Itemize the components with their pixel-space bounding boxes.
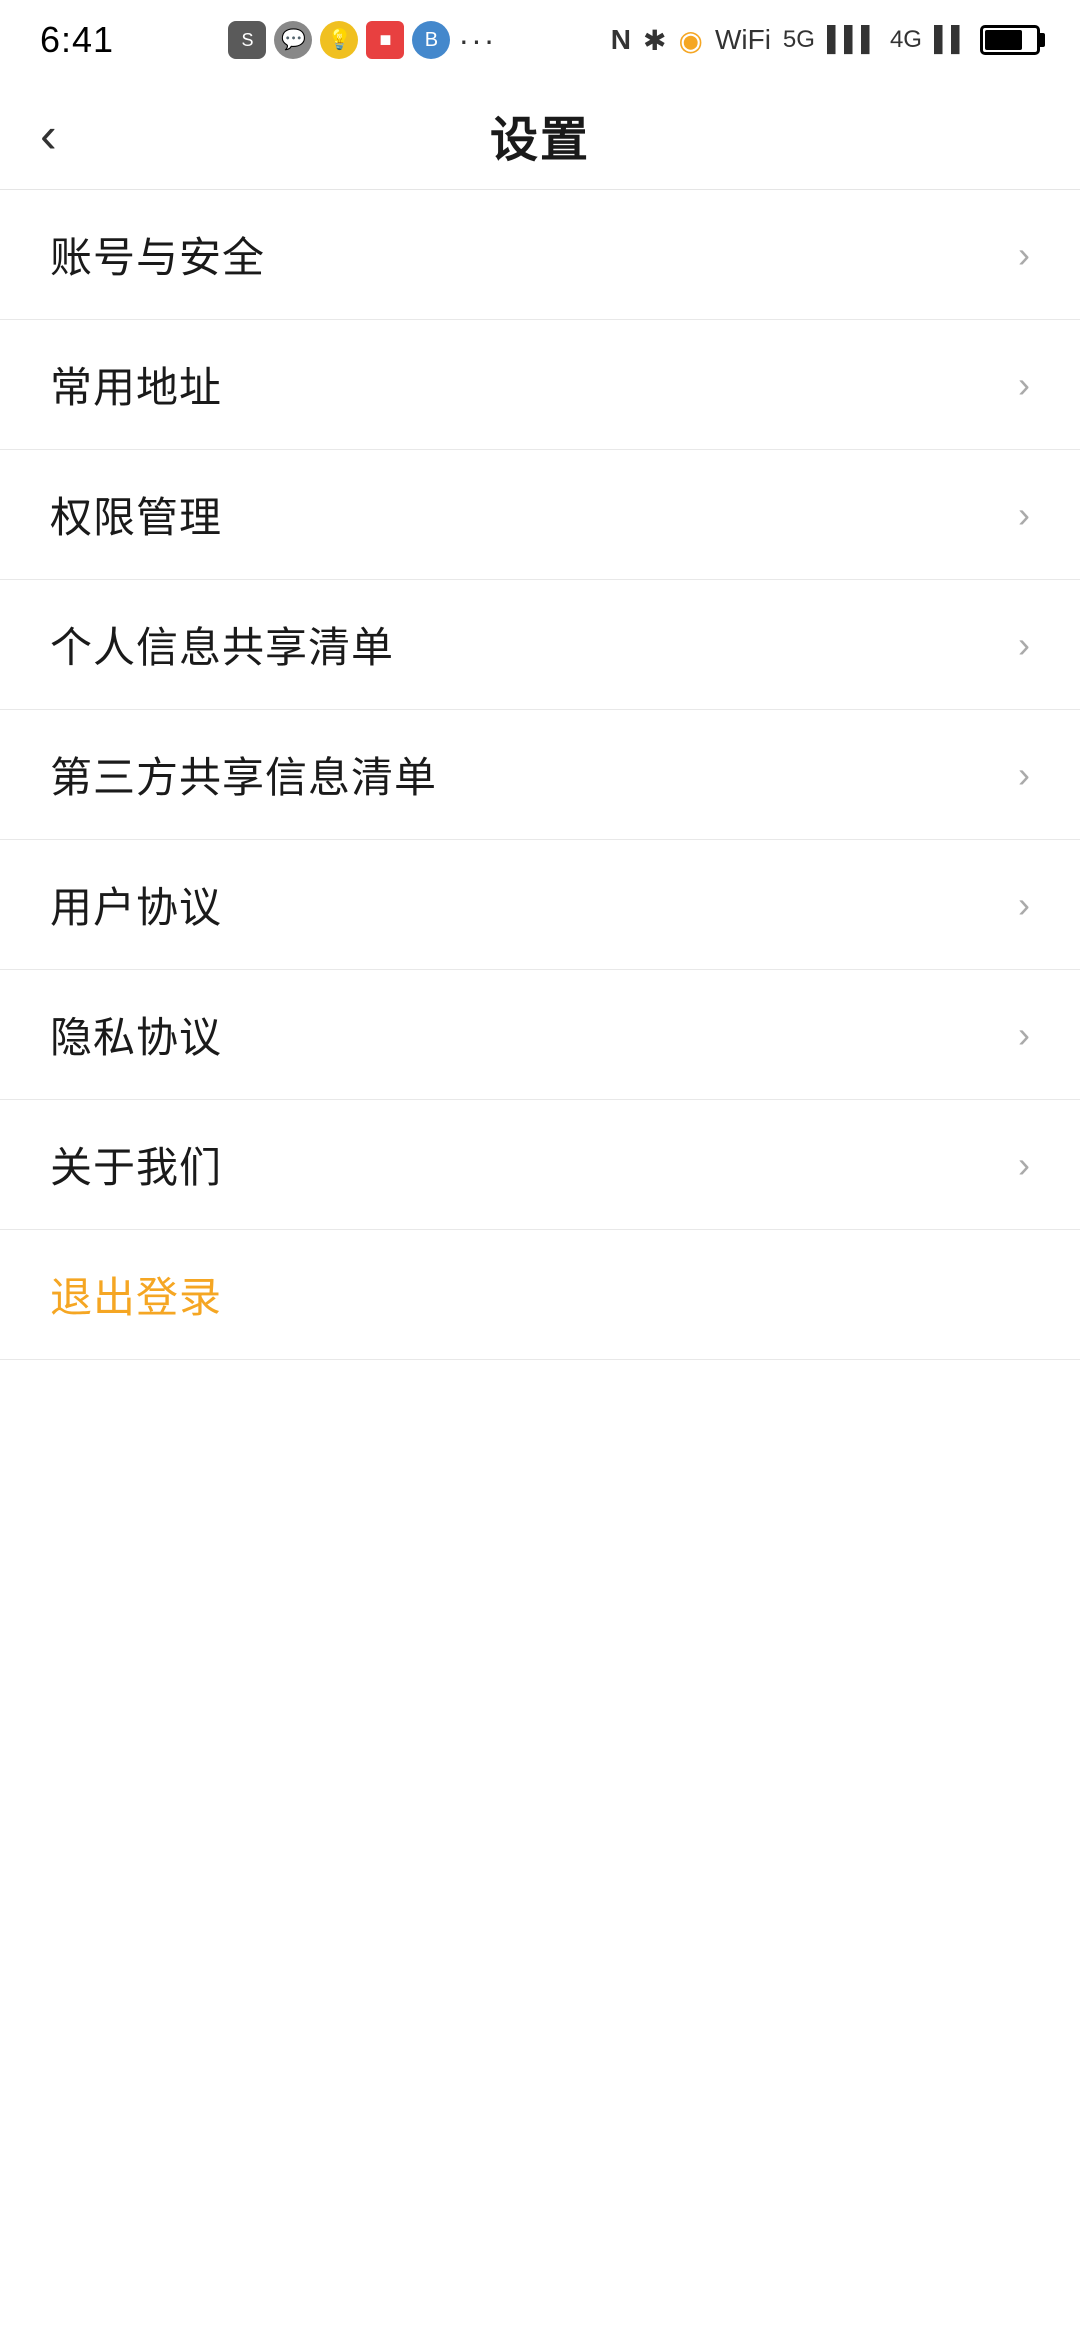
app-icon-2: 💬 (274, 21, 312, 59)
chevron-right-icon: › (1018, 1014, 1030, 1056)
signal-5g: 5G (783, 26, 815, 54)
menu-item-user-agreement[interactable]: 用户协议 › (0, 840, 1080, 970)
app-icon-4: ■ (366, 21, 404, 59)
menu-item-about-us[interactable]: 关于我们 › (0, 1100, 1080, 1230)
app-icon-5: B (412, 21, 450, 59)
menu-item-account-security[interactable]: 账号与安全 › (0, 190, 1080, 320)
signal-bars-2: ▌▌ (934, 26, 968, 54)
chevron-right-icon: › (1018, 364, 1030, 406)
back-button[interactable]: ‹ (40, 110, 57, 160)
page-header: ‹ 设置 (0, 80, 1080, 190)
settings-menu-list: 账号与安全 › 常用地址 › 权限管理 › 个人信息共享清单 › 第三方共享信息… (0, 190, 1080, 1360)
page-title: 设置 (490, 100, 590, 170)
signal-4g: 4G (890, 26, 922, 54)
chevron-right-icon: › (1018, 1144, 1030, 1186)
nfc-icon: N (611, 24, 631, 56)
menu-item-label: 个人信息共享清单 (50, 614, 394, 675)
menu-item-common-address[interactable]: 常用地址 › (0, 320, 1080, 450)
menu-item-label: 关于我们 (50, 1134, 222, 1195)
chevron-right-icon: › (1018, 234, 1030, 276)
wifi-icon: WiFi (715, 24, 771, 56)
app-icon-3: 💡 (320, 21, 358, 59)
menu-item-label: 常用地址 (50, 354, 222, 415)
chevron-right-icon: › (1018, 494, 1030, 536)
status-time: 6:41 (40, 19, 114, 61)
menu-item-third-party-sharing[interactable]: 第三方共享信息清单 › (0, 710, 1080, 840)
signal-bars: ▌▌▌ (827, 26, 878, 54)
menu-item-label: 权限管理 (50, 484, 222, 545)
location-icon: ◉ (679, 24, 703, 57)
battery-icon: 76 (980, 25, 1040, 55)
menu-item-privacy-policy[interactable]: 隐私协议 › (0, 970, 1080, 1100)
menu-item-label: 隐私协议 (50, 1004, 222, 1065)
menu-item-label: 账号与安全 (50, 224, 265, 285)
chevron-right-icon: › (1018, 884, 1030, 926)
status-app-icons: S 💬 💡 ■ B ··· (228, 21, 496, 59)
status-right-icons: N ✱ ◉ WiFi 5G ▌▌▌ 4G ▌▌ 76 (611, 24, 1040, 57)
menu-item-permission-management[interactable]: 权限管理 › (0, 450, 1080, 580)
logout-label: 退出登录 (50, 1264, 222, 1325)
back-arrow-icon: ‹ (40, 110, 57, 160)
app-icon-1: S (228, 21, 266, 59)
battery-text: 76 (983, 30, 1037, 51)
menu-item-logout[interactable]: 退出登录 (0, 1230, 1080, 1360)
chevron-right-icon: › (1018, 624, 1030, 666)
chevron-right-icon: › (1018, 754, 1030, 796)
menu-item-label: 第三方共享信息清单 (50, 744, 437, 805)
bluetooth-icon: ✱ (643, 24, 666, 57)
more-icon: ··· (458, 22, 496, 59)
status-bar: 6:41 S 💬 💡 ■ B ··· N ✱ ◉ WiFi 5G ▌▌▌ 4G … (0, 0, 1080, 80)
menu-item-personal-info-sharing[interactable]: 个人信息共享清单 › (0, 580, 1080, 710)
menu-item-label: 用户协议 (50, 874, 222, 935)
